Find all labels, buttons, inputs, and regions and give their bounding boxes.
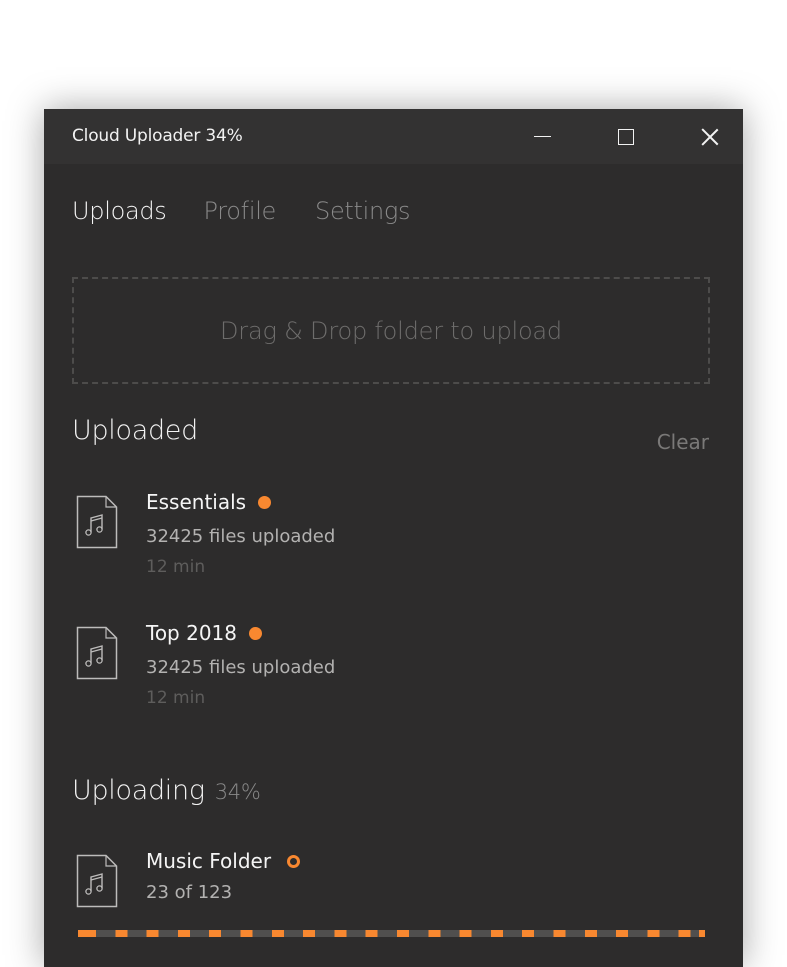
status-in-progress-icon: [287, 854, 301, 868]
status-complete-icon: [258, 495, 272, 509]
minimize-icon: [533, 135, 551, 138]
item-name: Essentials: [146, 490, 247, 514]
maximize-button[interactable]: [596, 109, 656, 164]
item-time: 12 min: [146, 688, 206, 708]
item-time: 12 min: [146, 557, 206, 577]
music-file-icon: [76, 626, 118, 680]
tab-uploads[interactable]: Uploads: [72, 197, 167, 225]
uploading-title: Uploading: [72, 775, 205, 806]
upload-progress-bar: [78, 930, 705, 937]
item-name: Top 2018: [146, 621, 238, 645]
close-icon: [701, 128, 719, 146]
progress-start-cap: [78, 930, 84, 937]
maximize-icon: [618, 128, 634, 145]
status-complete-icon: [249, 626, 263, 640]
title-bar[interactable]: Cloud Uploader 34%: [44, 109, 743, 164]
item-file-count: 32425 files uploaded: [146, 526, 336, 547]
item-name: Music Folder: [146, 849, 272, 873]
tab-settings[interactable]: Settings: [315, 197, 411, 225]
music-file-icon: [76, 495, 118, 549]
close-button[interactable]: [680, 109, 740, 164]
tab-bar: Uploads Profile Settings: [72, 197, 447, 225]
window-title: Cloud Uploader 34%: [72, 126, 243, 146]
minimize-button[interactable]: [512, 109, 572, 164]
item-progress-count: 23 of 123: [146, 882, 233, 903]
uploading-section-title: Uploading 34%: [72, 775, 261, 806]
uploaded-item[interactable]: Top 2018 32425 files uploaded 12 min: [76, 621, 576, 721]
progress-end-cap: [699, 930, 705, 937]
uploading-percent: 34%: [214, 780, 261, 804]
progress-indicator: [78, 930, 705, 937]
drop-zone-label: Drag & Drop folder to upload: [220, 316, 562, 345]
music-file-icon: [76, 854, 118, 908]
drop-zone[interactable]: Drag & Drop folder to upload: [72, 277, 710, 384]
item-file-count: 32425 files uploaded: [146, 657, 336, 678]
clear-button[interactable]: Clear: [657, 430, 709, 454]
tab-profile[interactable]: Profile: [204, 197, 277, 225]
uploaded-item[interactable]: Essentials 32425 files uploaded 12 min: [76, 490, 576, 590]
uploaded-section-title: Uploaded: [72, 415, 198, 446]
app-window: Cloud Uploader 34% Uploads Profile Setti…: [44, 109, 743, 967]
